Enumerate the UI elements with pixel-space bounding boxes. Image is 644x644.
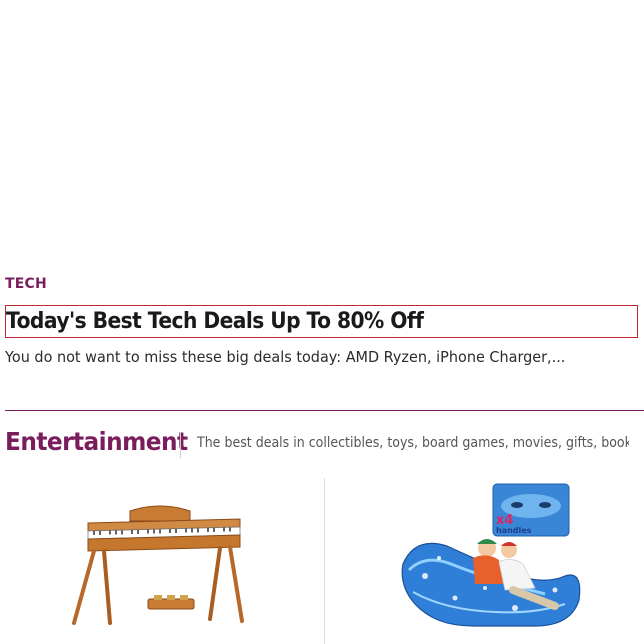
card-divider	[324, 478, 325, 644]
section-title[interactable]: Entertainment	[5, 427, 188, 456]
snow-sled-image[interactable]: x4 handles	[395, 480, 590, 644]
section-separator	[180, 432, 181, 458]
page: TECH Today's Best Tech Deals Up To 80% O…	[0, 0, 644, 644]
digital-piano-image[interactable]	[60, 495, 260, 640]
section-divider	[5, 410, 644, 411]
section-description: The best deals in collectibles, toys, bo…	[197, 435, 629, 451]
article-headline-link[interactable]: Today's Best Tech Deals Up To 80% Off	[5, 305, 638, 338]
badge-label: handles	[496, 526, 532, 535]
article-headline: Today's Best Tech Deals Up To 80% Off	[6, 309, 424, 334]
piano-icon	[72, 505, 244, 625]
sled-icon: x4 handles	[401, 483, 581, 627]
article-dek: You do not want to miss these big deals …	[5, 348, 566, 366]
ad-space	[0, 0, 644, 270]
category-link[interactable]: TECH	[5, 276, 47, 292]
